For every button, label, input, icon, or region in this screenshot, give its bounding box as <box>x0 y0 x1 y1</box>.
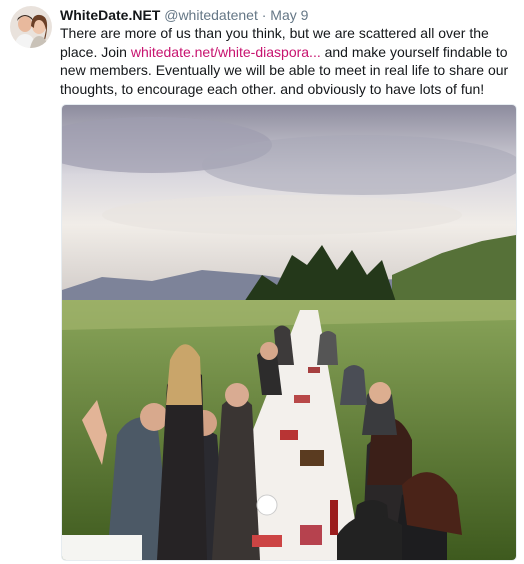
tweet-text: There are more of us than you think, but… <box>60 24 512 98</box>
dinner-photo-image <box>62 105 516 560</box>
user-handle[interactable]: @whitedatenet <box>164 7 258 23</box>
separator-dot: · <box>261 7 267 23</box>
tweet-link[interactable]: whitedate.net/white-diaspora... <box>131 44 321 60</box>
tweet-media-photo[interactable] <box>61 104 517 561</box>
tweet-header: WhiteDate.NET @whitedatenet · May 9 <box>60 6 308 24</box>
display-name[interactable]: WhiteDate.NET <box>60 7 160 23</box>
avatar[interactable] <box>10 6 52 48</box>
avatar-image <box>10 6 52 48</box>
tweet-date[interactable]: May 9 <box>270 7 308 23</box>
tweet-card: WhiteDate.NET @whitedatenet · May 9 Ther… <box>0 0 524 564</box>
